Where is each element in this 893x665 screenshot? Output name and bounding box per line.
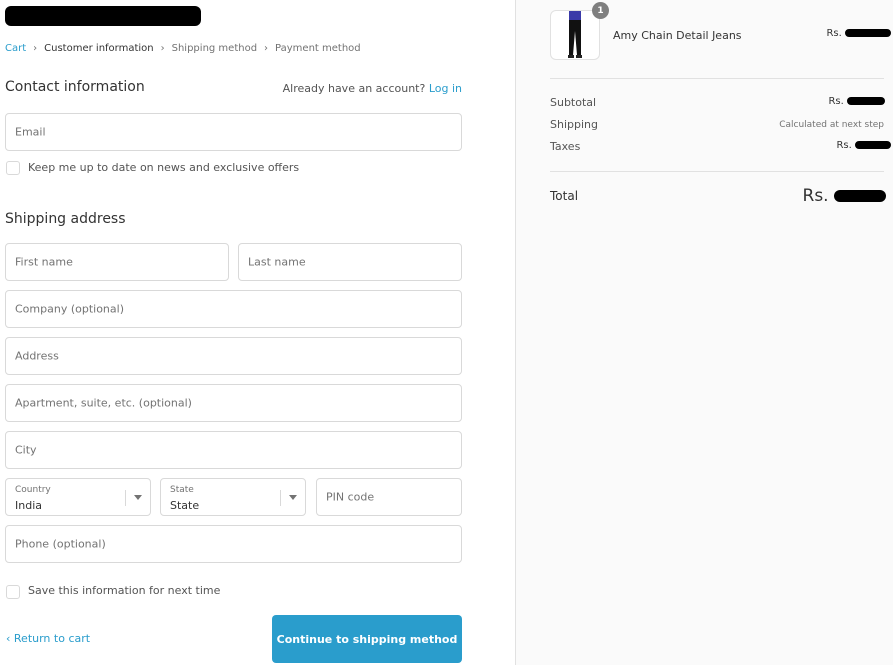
select-divider (280, 490, 281, 506)
taxes-label: Taxes (550, 140, 581, 153)
currency-label: Rs. (836, 140, 852, 151)
currency-label: Rs. (828, 96, 844, 107)
chevron-right-icon: › (33, 43, 38, 54)
chevron-down-icon (289, 495, 297, 500)
store-title[interactable] (5, 2, 201, 28)
email-field[interactable]: Email (5, 113, 462, 151)
return-to-cart-link[interactable]: ‹ Return to cart (6, 632, 90, 645)
summary-divider (550, 78, 884, 79)
country-select[interactable]: Country India (5, 478, 151, 516)
apartment-field[interactable]: Apartment, suite, etc. (optional) (5, 384, 462, 422)
summary-divider (550, 171, 884, 172)
login-link[interactable]: Log in (429, 82, 462, 95)
total-label: Total (550, 189, 579, 203)
breadcrumb-payment-method: Payment method (275, 43, 361, 54)
currency-label: Rs. (802, 186, 829, 206)
account-prompt-text: Already have an account? (282, 82, 426, 95)
shipping-heading: Shipping address (5, 211, 126, 227)
company-placeholder: Company (optional) (15, 302, 124, 316)
currency-label: Rs. (826, 28, 842, 39)
country-label: Country (15, 485, 51, 495)
company-field[interactable]: Company (optional) (5, 290, 462, 328)
chevron-down-icon (134, 495, 142, 500)
first-name-field[interactable]: First name (5, 243, 229, 281)
last-name-placeholder: Last name (248, 255, 306, 269)
jeans-image (568, 11, 582, 58)
breadcrumb-customer-information: Customer information (44, 43, 154, 54)
contact-heading: Contact information (5, 79, 145, 95)
continue-button-label: Continue to shipping method (276, 632, 458, 646)
chevron-right-icon: › (160, 43, 165, 54)
product-name: Amy Chain Detail Jeans (613, 29, 742, 42)
phone-placeholder: Phone (optional) (15, 537, 106, 551)
chevron-left-icon: ‹ (6, 632, 11, 645)
save-info-checkbox[interactable] (6, 585, 20, 599)
breadcrumb-cart[interactable]: Cart (5, 43, 26, 54)
phone-field[interactable]: Phone (optional) (5, 525, 462, 563)
return-to-cart-label: Return to cart (13, 632, 91, 645)
city-field[interactable]: City (5, 431, 462, 469)
pin-code-placeholder: PIN code (326, 490, 375, 504)
address-placeholder: Address (15, 349, 59, 363)
state-select[interactable]: State State (160, 478, 306, 516)
apartment-placeholder: Apartment, suite, etc. (optional) (15, 396, 192, 410)
product-price: Rs. (826, 28, 891, 39)
breadcrumb-shipping-method: Shipping method (171, 43, 258, 54)
newsletter-checkbox[interactable] (6, 161, 20, 175)
save-info-label: Save this information for next time (28, 584, 221, 597)
shipping-label: Shipping (550, 118, 598, 131)
product-thumbnail (550, 10, 600, 60)
redacted-price (845, 29, 891, 37)
redacted-subtotal (847, 97, 885, 105)
city-placeholder: City (15, 443, 37, 457)
taxes-value: Rs. (836, 140, 891, 151)
subtotal-value: Rs. (828, 96, 885, 107)
account-prompt: Already have an account? Log in (283, 82, 462, 95)
last-name-field[interactable]: Last name (238, 243, 462, 281)
email-placeholder: Email (15, 125, 46, 139)
redacted-taxes (855, 141, 891, 149)
first-name-placeholder: First name (15, 255, 73, 269)
select-divider (125, 490, 126, 506)
chevron-right-icon: › (264, 43, 269, 54)
pin-code-field[interactable]: PIN code (316, 478, 462, 516)
redacted-store-title (5, 5, 201, 26)
newsletter-label: Keep me up to date on news and exclusive… (28, 161, 300, 174)
subtotal-label: Subtotal (550, 96, 597, 109)
shipping-value: Calculated at next step (779, 120, 884, 130)
continue-to-shipping-button[interactable]: Continue to shipping method (272, 615, 462, 663)
breadcrumb: Cart › Customer information › Shipping metho… (5, 43, 361, 54)
quantity-badge: 1 (592, 2, 609, 19)
state-label: State (170, 485, 194, 495)
address-field[interactable]: Address (5, 337, 462, 375)
total-value: Rs. (803, 186, 886, 206)
country-value: India (15, 499, 42, 512)
checkout-main: Cart › Customer information › Shipping metho… (0, 0, 515, 665)
redacted-total (834, 190, 886, 202)
state-value: State (170, 499, 200, 512)
